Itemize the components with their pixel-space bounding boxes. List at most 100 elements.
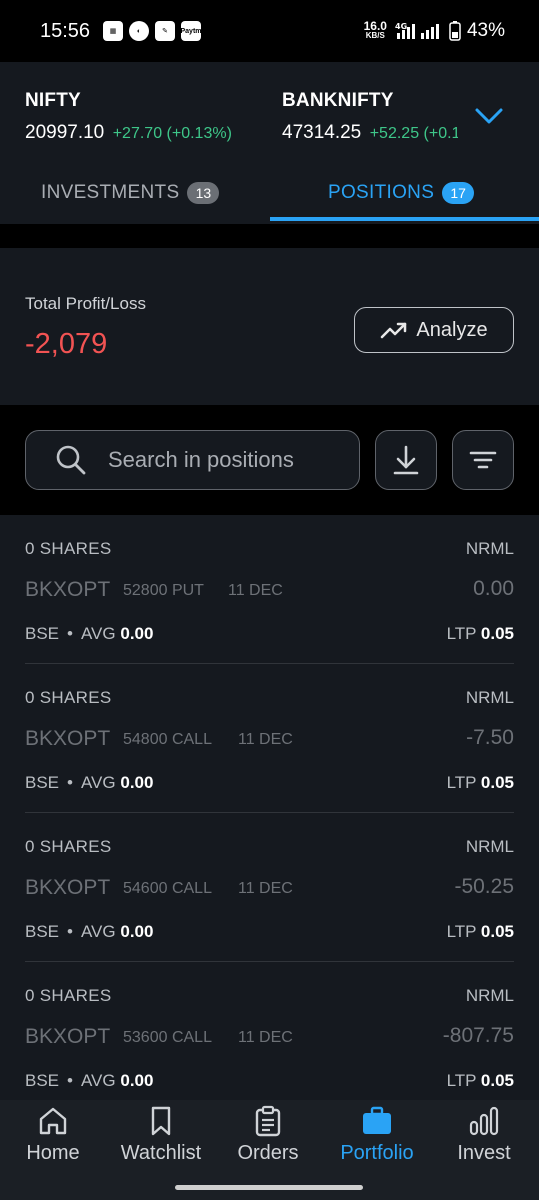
clipboard-icon bbox=[255, 1105, 281, 1137]
avg-label: AVG bbox=[80, 773, 116, 792]
position-expiry: 11 DEC bbox=[238, 880, 293, 897]
position-expiry: 11 DEC bbox=[228, 582, 283, 599]
nav-invest[interactable]: Invest bbox=[429, 1104, 539, 1165]
svg-text:4G: 4G bbox=[395, 22, 407, 31]
position-ltp: LTP 0.05 bbox=[447, 922, 514, 942]
position-symbol: BKXOPT bbox=[25, 727, 111, 750]
ltp-value: 0.05 bbox=[480, 922, 514, 941]
ltp-label: LTP bbox=[446, 773, 477, 792]
position-ltp: LTP 0.05 bbox=[447, 624, 514, 644]
index-banknifty[interactable]: BANKNIFTY 47314.25 +52.25 (+0.11%) bbox=[282, 90, 458, 144]
battery-percent: 43% bbox=[466, 20, 505, 41]
position-symbol: BKXOPT bbox=[25, 578, 111, 601]
avg-value: 0.00 bbox=[120, 1071, 154, 1090]
index-name: BANKNIFTY bbox=[282, 90, 394, 111]
exchange: BSE bbox=[25, 624, 60, 643]
status-time: 15:56 bbox=[40, 20, 91, 42]
position-product: NRML bbox=[465, 688, 514, 707]
app-icon: ✎ bbox=[155, 21, 175, 41]
position-exchange-avg: BSE • AVG 0.00 bbox=[25, 1071, 154, 1090]
network-speed: 16.0 KB/S bbox=[363, 19, 387, 41]
nav-orders[interactable]: Orders bbox=[213, 1104, 323, 1165]
position-product: NRML bbox=[465, 539, 514, 558]
nav-label: Watchlist bbox=[120, 1142, 202, 1164]
list-item[interactable]: 0 SHARES NRML BKXOPT 52800 PUT 11 DEC 0.… bbox=[25, 515, 514, 664]
count-badge: 17 bbox=[442, 182, 475, 204]
position-exchange-avg: BSE • AVG 0.00 bbox=[25, 773, 154, 792]
position-pnl: -807.75 bbox=[442, 1024, 514, 1047]
position-symbol: BKXOPT bbox=[25, 876, 111, 899]
position-qty: 0 SHARES bbox=[25, 837, 112, 856]
download-icon bbox=[393, 445, 419, 475]
status-bar: 15:56 ▦ ◐ ✎ Paytm 16.0 KB/S 4G 43% bbox=[0, 0, 539, 62]
exchange: BSE bbox=[25, 922, 60, 941]
avg-label: AVG bbox=[80, 922, 116, 941]
nav-label: Home bbox=[26, 1142, 80, 1164]
position-qty: 0 SHARES bbox=[25, 688, 112, 707]
position-exchange-avg: BSE • AVG 0.00 bbox=[25, 922, 154, 941]
profit-loss-card: Total Profit/Loss -2,079 Analyze bbox=[0, 248, 539, 405]
avg-value: 0.00 bbox=[120, 773, 154, 792]
app-icon: ◐ bbox=[129, 21, 149, 41]
trending-up-icon bbox=[381, 322, 407, 339]
nav-home[interactable]: Home bbox=[0, 1104, 108, 1165]
exchange: BSE bbox=[25, 773, 60, 792]
active-tab-indicator bbox=[270, 217, 539, 221]
analyze-label: Analyze bbox=[416, 318, 488, 341]
filter-button[interactable] bbox=[452, 430, 514, 490]
list-item[interactable]: 0 SHARES NRML BKXOPT 54800 CALL 11 DEC -… bbox=[25, 664, 514, 813]
position-strike: 54800 CALL bbox=[123, 731, 212, 748]
positions-list: 0 SHARES NRML BKXOPT 52800 PUT 11 DEC 0.… bbox=[0, 515, 539, 1100]
bookmark-icon bbox=[151, 1106, 171, 1136]
bar-chart-icon bbox=[469, 1106, 499, 1136]
position-symbol: BKXOPT bbox=[25, 1025, 111, 1048]
list-item[interactable]: 0 SHARES NRML BKXOPT 53600 CALL 11 DEC -… bbox=[25, 962, 514, 1100]
home-indicator[interactable] bbox=[175, 1185, 363, 1190]
position-pnl: -7.50 bbox=[466, 726, 514, 749]
position-ltp: LTP 0.05 bbox=[447, 1071, 514, 1091]
position-pnl: 0.00 bbox=[473, 577, 514, 600]
nav-label: Invest bbox=[457, 1142, 511, 1164]
position-product: NRML bbox=[465, 837, 514, 856]
portfolio-tabs: INVESTMENTS 13 POSITIONS 17 bbox=[0, 162, 539, 224]
tab-label: POSITIONS bbox=[328, 182, 435, 203]
avg-label: AVG bbox=[80, 1071, 116, 1090]
pl-label: Total Profit/Loss bbox=[25, 294, 146, 313]
speed-value: 16.0 bbox=[363, 19, 387, 33]
signal-icon: 4G bbox=[395, 22, 439, 39]
analyze-button[interactable]: Analyze bbox=[354, 307, 514, 353]
position-strike: 52800 PUT bbox=[123, 582, 204, 599]
position-qty: 0 SHARES bbox=[25, 986, 112, 1005]
search-placeholder: Search in positions bbox=[108, 447, 294, 472]
nav-label: Portfolio bbox=[340, 1142, 414, 1164]
list-item[interactable]: 0 SHARES NRML BKXOPT 54600 CALL 11 DEC -… bbox=[25, 813, 514, 962]
position-ltp: LTP 0.05 bbox=[447, 773, 514, 793]
nav-portfolio[interactable]: Portfolio bbox=[322, 1104, 432, 1165]
index-change: +27.70 (+0.13%) bbox=[112, 125, 232, 142]
portfolio-header: NIFTY 20997.10 +27.70 (+0.13%) BANKNIFTY… bbox=[0, 62, 539, 224]
avg-value: 0.00 bbox=[120, 922, 154, 941]
filter-icon bbox=[469, 451, 497, 469]
download-button[interactable] bbox=[375, 430, 437, 490]
position-strike: 54600 CALL bbox=[123, 880, 212, 897]
position-expiry: 11 DEC bbox=[238, 731, 293, 748]
chevron-down-icon[interactable] bbox=[474, 106, 504, 126]
status-right: 16.0 KB/S 4G 43% bbox=[364, 20, 505, 42]
ltp-value: 0.05 bbox=[480, 624, 514, 643]
pl-value: -2,079 bbox=[25, 328, 108, 360]
index-nifty[interactable]: NIFTY 20997.10 +27.70 (+0.13%) bbox=[25, 90, 232, 144]
exchange: BSE bbox=[25, 1071, 60, 1090]
position-expiry: 11 DEC bbox=[238, 1029, 293, 1046]
ltp-value: 0.05 bbox=[480, 1071, 514, 1090]
nav-watchlist[interactable]: Watchlist bbox=[106, 1104, 216, 1165]
ltp-label: LTP bbox=[446, 624, 477, 643]
battery-icon bbox=[449, 21, 461, 41]
briefcase-icon bbox=[363, 1106, 391, 1134]
count-badge: 13 bbox=[187, 182, 220, 204]
home-icon bbox=[39, 1107, 67, 1135]
position-exchange-avg: BSE • AVG 0.00 bbox=[25, 624, 154, 643]
search-input[interactable]: Search in positions bbox=[25, 430, 360, 490]
tab-investments[interactable]: INVESTMENTS 13 bbox=[0, 162, 269, 224]
index-change: +52.25 (+0.11%) bbox=[369, 125, 458, 142]
tab-positions[interactable]: POSITIONS 17 bbox=[270, 162, 539, 224]
